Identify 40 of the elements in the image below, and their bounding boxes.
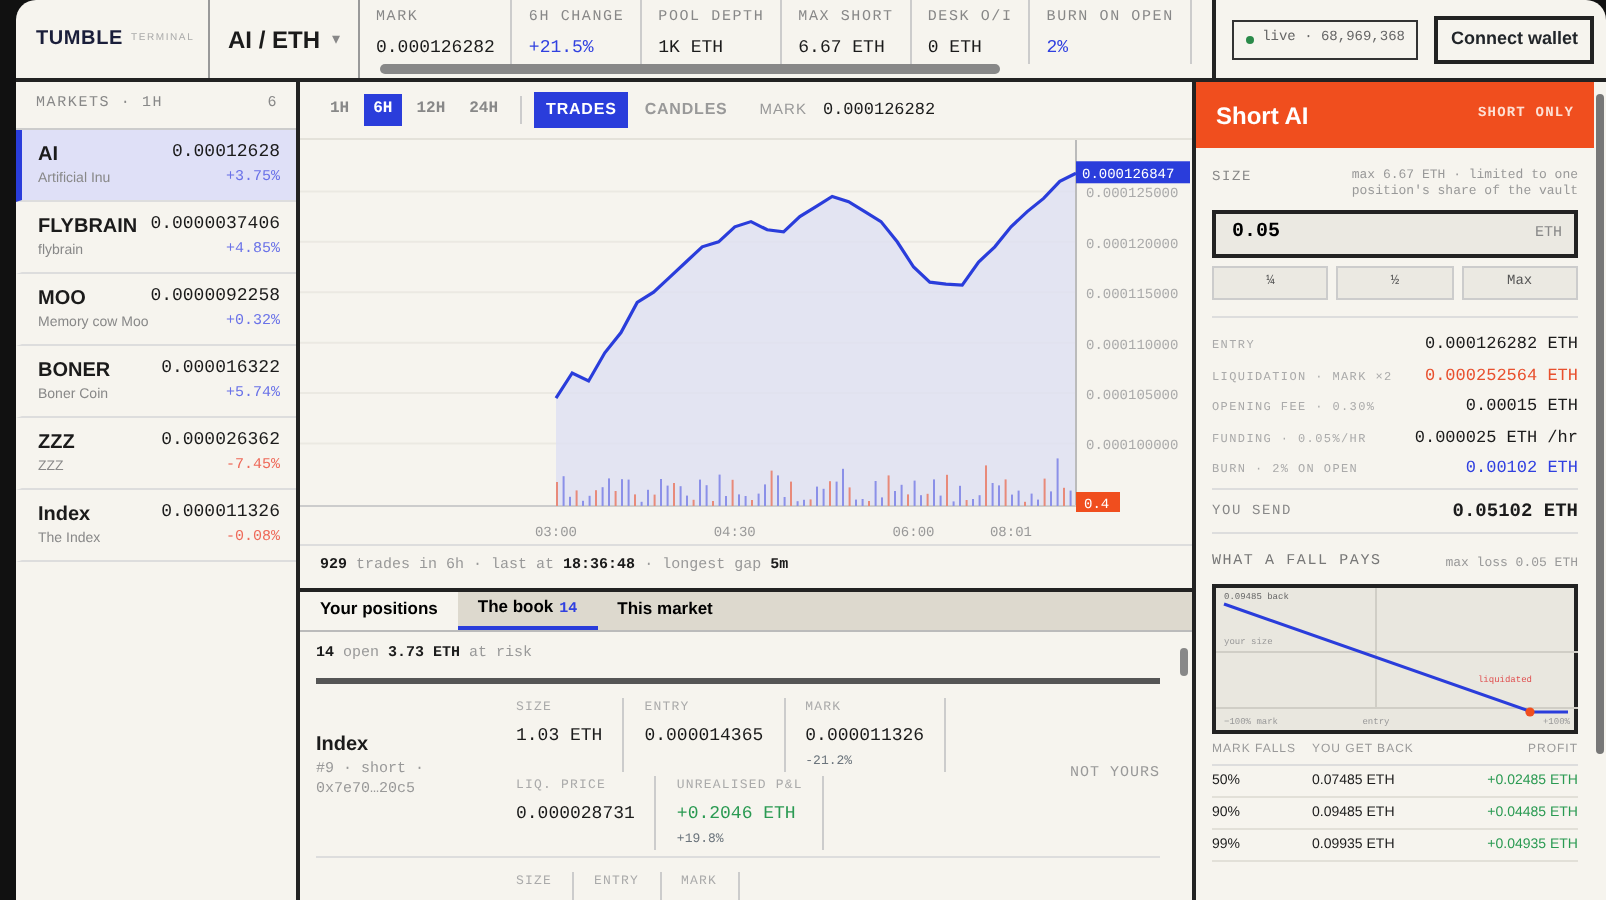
field-value: 0.000011326 <box>805 724 925 750</box>
stat-value: 1K ETH <box>658 36 726 63</box>
market-symbol: ZZZ <box>38 430 75 458</box>
stat-value: 0.000126282 <box>376 36 495 63</box>
market-symbol: AI <box>38 142 60 170</box>
market-price: 0.000016322 <box>161 356 280 382</box>
market-price: 0.0000092258 <box>150 284 280 310</box>
stat-value: +21.5% <box>528 36 596 63</box>
market-symbol: MOO <box>38 286 88 314</box>
stat-value: 2% <box>1046 36 1071 63</box>
market-price: 0.00012628 <box>171 140 280 166</box>
liquidation-dot <box>1525 708 1535 718</box>
view-tab[interactable]: TRADES <box>534 92 629 128</box>
field-value: 0.000028731 <box>516 802 635 828</box>
position-symbol: Index <box>316 732 371 761</box>
field-value: 0.000014365 <box>644 724 764 750</box>
detail-value: 0.000025 ETH /hr <box>1414 425 1578 451</box>
detail-value: 0.000126282 ETH <box>1424 332 1578 358</box>
brand-logo: TUMBLE <box>36 26 123 54</box>
pair-selector[interactable]: AI / ETH ▾ <box>210 0 360 78</box>
field-value: 1.03 ETH <box>516 724 603 750</box>
market-price: 0.0000037406 <box>150 212 280 238</box>
field-value: +0.2046 ETH <box>676 802 798 828</box>
timeframe-tab[interactable]: 6H <box>363 94 403 126</box>
panel-tab[interactable]: Your positions <box>300 592 458 630</box>
market-symbol: FLYBRAIN <box>38 214 138 242</box>
detail-value: 0.000252564 ETH <box>1424 363 1578 389</box>
market-symbol: Index <box>38 502 93 530</box>
mark-value: 0.000126282 <box>822 97 936 123</box>
market-price: 0.000011326 <box>161 500 280 526</box>
send-value: 0.05102 ETH <box>1452 497 1578 526</box>
detail-value: 0.00015 ETH <box>1465 394 1578 420</box>
detail-value: 0.00102 ETH <box>1465 456 1578 482</box>
panel-tab[interactable]: This market <box>597 592 733 630</box>
market-price: 0.000026362 <box>161 428 280 454</box>
stat-value: 0 ETH <box>927 36 984 63</box>
connect-wallet-button[interactable]: Connect wallet <box>1434 15 1594 63</box>
order-title: Short AI <box>1216 99 1309 133</box>
stat-value: 6.67 ETH <box>798 36 887 63</box>
market-symbol: BONER <box>38 358 111 386</box>
